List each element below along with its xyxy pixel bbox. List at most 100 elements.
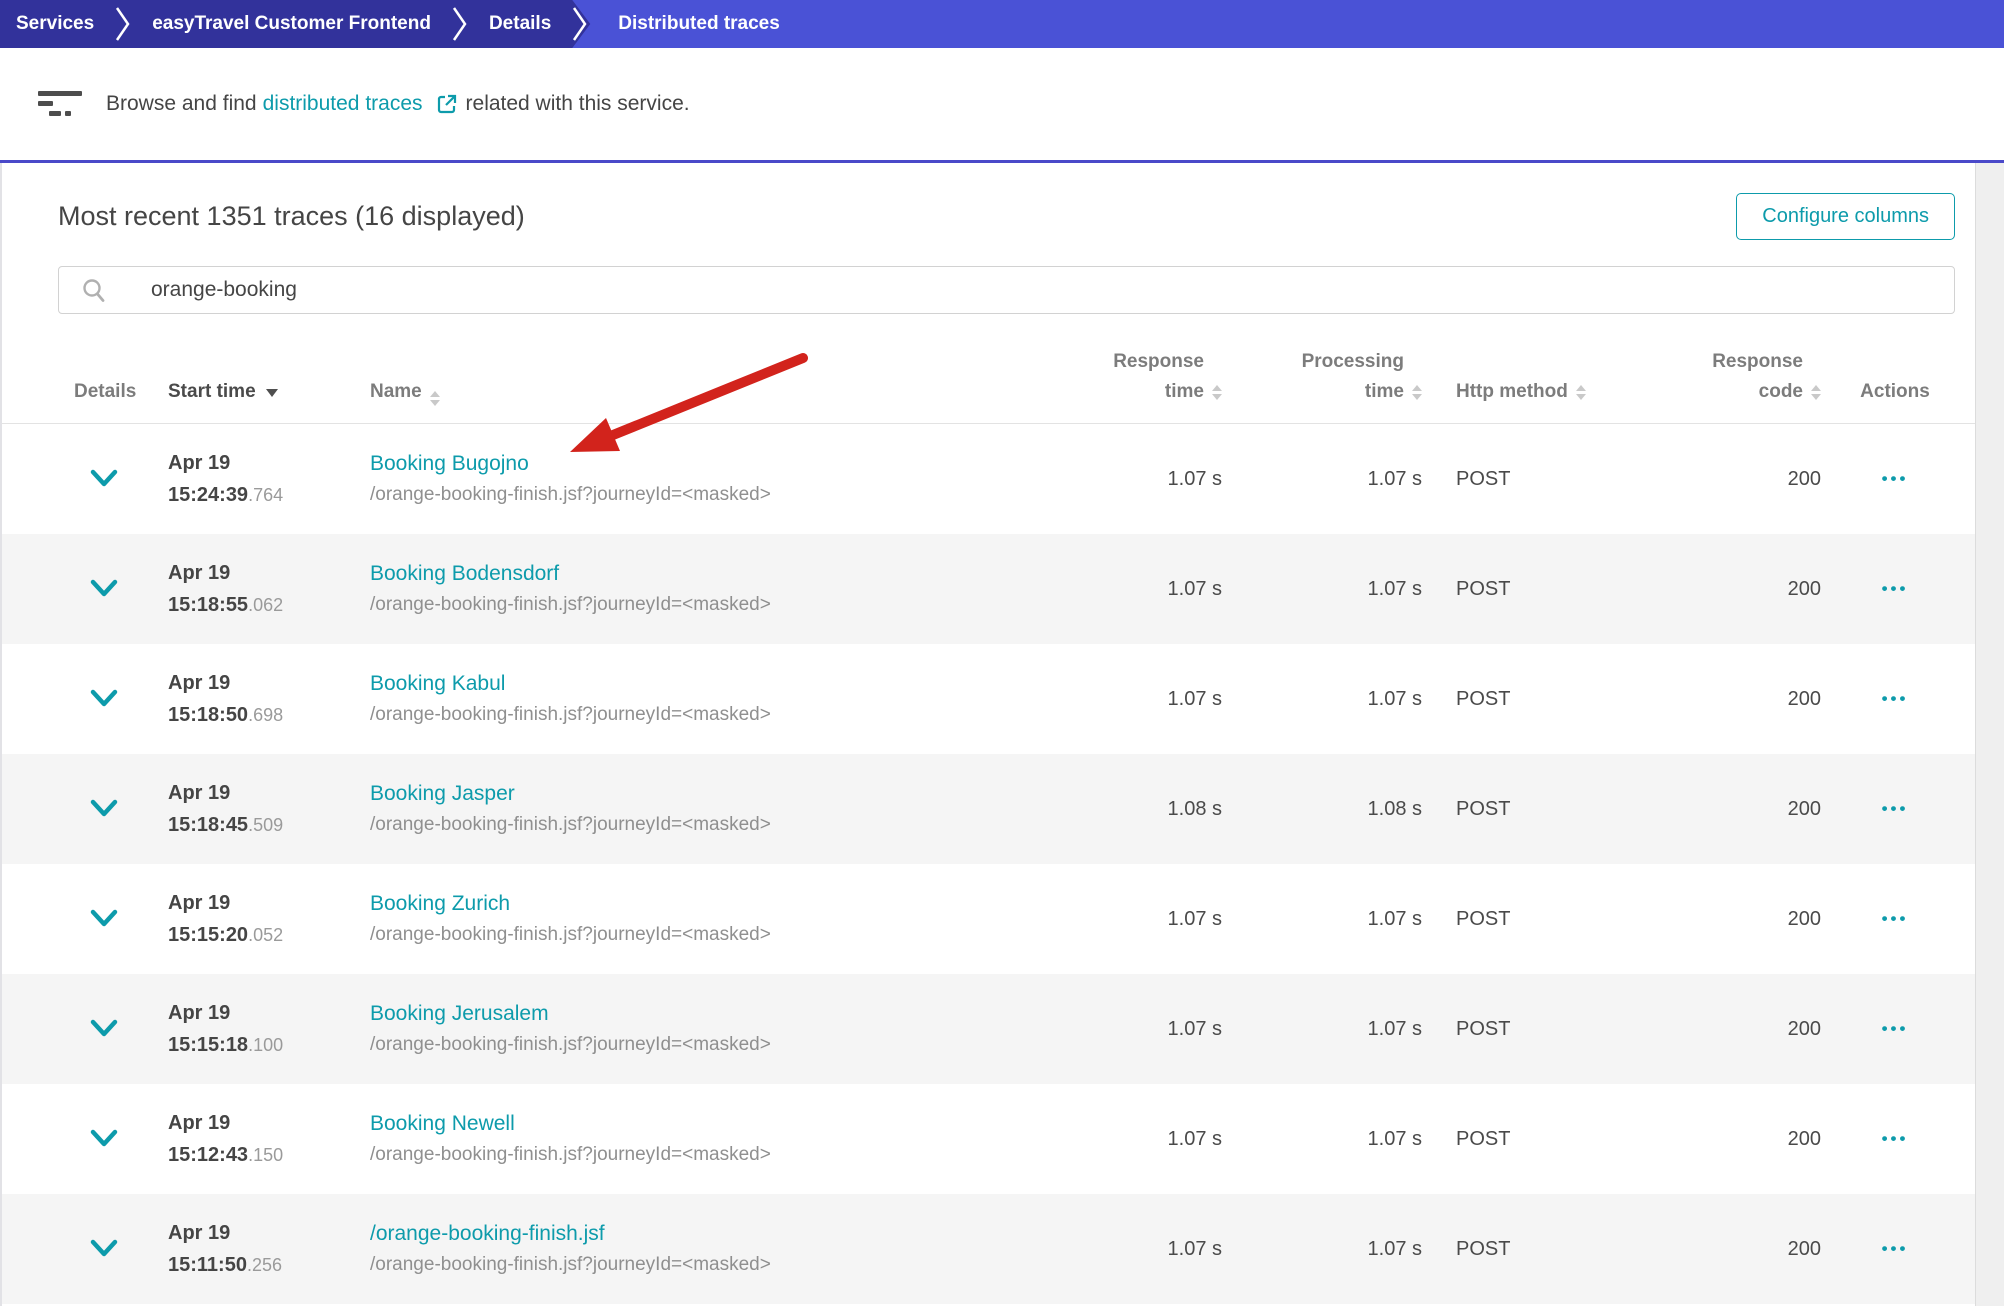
sort-desc-icon xyxy=(266,389,278,397)
trace-start-date: Apr 19 xyxy=(168,672,360,695)
column-header-actions: Actions xyxy=(1835,377,1955,407)
expand-chevron-icon[interactable] xyxy=(88,908,120,930)
trace-name-link[interactable]: Booking Kabul xyxy=(370,672,505,696)
intro-text: Browse and find distributed traces relat… xyxy=(106,92,690,116)
column-header-http-method[interactable]: Http method xyxy=(1440,377,1685,407)
sort-icon xyxy=(1811,385,1821,400)
trace-request-path: /orange-booking-finish.jsf?journeyId=<ma… xyxy=(370,484,1018,506)
column-header-start-time[interactable]: Start time xyxy=(150,377,360,407)
trace-response-time: 1.07 s xyxy=(1018,688,1240,711)
trace-processing-time: 1.07 s xyxy=(1240,1128,1440,1151)
trace-request-path: /orange-booking-finish.jsf?journeyId=<ma… xyxy=(370,704,1018,726)
trace-http-method: POST xyxy=(1440,1018,1685,1041)
chevron-right-icon xyxy=(451,2,469,46)
trace-start-date: Apr 19 xyxy=(168,452,360,475)
trace-start-date: Apr 19 xyxy=(168,782,360,805)
chevron-right-icon xyxy=(114,2,132,46)
column-header-name[interactable]: Name xyxy=(360,377,1018,407)
page-title: Most recent 1351 traces (16 displayed) xyxy=(58,201,525,232)
actions-ellipsis-icon[interactable]: ••• xyxy=(1882,1019,1909,1038)
trace-name-link[interactable]: Booking Jasper xyxy=(370,782,515,806)
trace-request-path: /orange-booking-finish.jsf?journeyId=<ma… xyxy=(370,1144,1018,1166)
column-header-details: Details xyxy=(58,377,150,407)
actions-ellipsis-icon[interactable]: ••• xyxy=(1882,1129,1909,1148)
trace-name-link[interactable]: Booking Zurich xyxy=(370,892,510,916)
trace-http-method: POST xyxy=(1440,688,1685,711)
column-header-processing-time[interactable]: Processing time xyxy=(1240,347,1440,407)
trace-name-link[interactable]: Booking Bodensdorf xyxy=(370,562,559,586)
content-wrap: Most recent 1351 traces (16 displayed) C… xyxy=(0,160,2004,1306)
trace-response-code: 200 xyxy=(1685,688,1835,711)
sort-icon xyxy=(1576,385,1586,400)
trace-name-link[interactable]: /orange-booking-finish.jsf xyxy=(370,1222,605,1246)
actions-ellipsis-icon[interactable]: ••• xyxy=(1882,579,1909,598)
trace-request-path: /orange-booking-finish.jsf?journeyId=<ma… xyxy=(370,594,1018,616)
trace-request-path: /orange-booking-finish.jsf?journeyId=<ma… xyxy=(370,924,1018,946)
sort-icon xyxy=(430,391,440,406)
trace-response-code: 200 xyxy=(1685,798,1835,821)
trace-name-link[interactable]: Booking Jerusalem xyxy=(370,1002,549,1026)
trace-response-time: 1.07 s xyxy=(1018,578,1240,601)
trace-request-path: /orange-booking-finish.jsf?journeyId=<ma… xyxy=(370,1254,1018,1276)
distributed-traces-link[interactable]: distributed traces xyxy=(263,92,423,116)
trace-response-code: 200 xyxy=(1685,1128,1835,1151)
table-row: Apr 19 15:24:39.764 Booking Bugojno /ora… xyxy=(2,424,1975,534)
trace-start-date: Apr 19 xyxy=(168,1002,360,1025)
sort-icon xyxy=(1412,385,1422,400)
expand-chevron-icon[interactable] xyxy=(88,1018,120,1040)
table-row: Apr 19 15:18:55.062 Booking Bodensdorf /… xyxy=(2,534,1975,644)
panel-head: Most recent 1351 traces (16 displayed) C… xyxy=(2,163,1975,240)
breadcrumb-item-services[interactable]: Services xyxy=(0,0,114,48)
trace-start-time: 15:15:20.052 xyxy=(168,924,360,947)
trace-response-code: 200 xyxy=(1685,1018,1835,1041)
trace-start-date: Apr 19 xyxy=(168,1222,360,1245)
table-row: Apr 19 15:18:50.698 Booking Kabul /orang… xyxy=(2,644,1975,754)
trace-start-time: 15:12:43.150 xyxy=(168,1144,360,1167)
trace-request-path: /orange-booking-finish.jsf?journeyId=<ma… xyxy=(370,1034,1018,1056)
external-link-icon[interactable] xyxy=(435,92,459,116)
expand-chevron-icon[interactable] xyxy=(88,1128,120,1150)
table-body: Apr 19 15:24:39.764 Booking Bugojno /ora… xyxy=(2,424,1975,1304)
trace-name-link[interactable]: Booking Bugojno xyxy=(370,452,529,476)
breadcrumb-item-distributed-traces[interactable]: Distributed traces xyxy=(572,0,2004,48)
column-header-response-code[interactable]: Response code xyxy=(1685,347,1835,407)
column-header-response-time[interactable]: Response time xyxy=(1018,347,1240,407)
trace-response-time: 1.08 s xyxy=(1018,798,1240,821)
search-icon xyxy=(81,278,108,305)
trace-response-code: 200 xyxy=(1685,578,1835,601)
trace-start-time: 15:11:50.256 xyxy=(168,1254,360,1277)
expand-chevron-icon[interactable] xyxy=(88,688,120,710)
actions-ellipsis-icon[interactable]: ••• xyxy=(1882,909,1909,928)
intro-section: Browse and find distributed traces relat… xyxy=(0,48,2004,160)
actions-ellipsis-icon[interactable]: ••• xyxy=(1882,799,1909,818)
trace-http-method: POST xyxy=(1440,468,1685,491)
table-row: Apr 19 15:15:18.100 Booking Jerusalem /o… xyxy=(2,974,1975,1084)
trace-start-time: 15:24:39.764 xyxy=(168,484,360,507)
configure-columns-button[interactable]: Configure columns xyxy=(1736,193,1955,240)
expand-chevron-icon[interactable] xyxy=(88,578,120,600)
search-input[interactable] xyxy=(59,267,1954,313)
trace-start-time: 15:18:50.698 xyxy=(168,704,360,727)
page-scrollbar-track[interactable] xyxy=(1976,163,2004,1306)
trace-request-path: /orange-booking-finish.jsf?journeyId=<ma… xyxy=(370,814,1018,836)
trace-processing-time: 1.07 s xyxy=(1240,468,1440,491)
expand-chevron-icon[interactable] xyxy=(88,1238,120,1260)
expand-chevron-icon[interactable] xyxy=(88,468,120,490)
breadcrumb: Services easyTravel Customer Frontend De… xyxy=(0,0,2004,48)
actions-ellipsis-icon[interactable]: ••• xyxy=(1882,689,1909,708)
chevron-right-icon xyxy=(571,2,589,46)
trace-http-method: POST xyxy=(1440,798,1685,821)
search-box xyxy=(58,266,1955,314)
trace-processing-time: 1.07 s xyxy=(1240,1018,1440,1041)
trace-http-method: POST xyxy=(1440,1238,1685,1261)
expand-chevron-icon[interactable] xyxy=(88,798,120,820)
trace-processing-time: 1.07 s xyxy=(1240,578,1440,601)
actions-ellipsis-icon[interactable]: ••• xyxy=(1882,469,1909,488)
table-row: Apr 19 15:18:45.509 Booking Jasper /oran… xyxy=(2,754,1975,864)
breadcrumb-item-details[interactable]: Details xyxy=(469,0,571,48)
trace-name-link[interactable]: Booking Newell xyxy=(370,1112,515,1136)
trace-processing-time: 1.07 s xyxy=(1240,688,1440,711)
breadcrumb-item-service[interactable]: easyTravel Customer Frontend xyxy=(132,0,451,48)
trace-http-method: POST xyxy=(1440,908,1685,931)
actions-ellipsis-icon[interactable]: ••• xyxy=(1882,1239,1909,1258)
